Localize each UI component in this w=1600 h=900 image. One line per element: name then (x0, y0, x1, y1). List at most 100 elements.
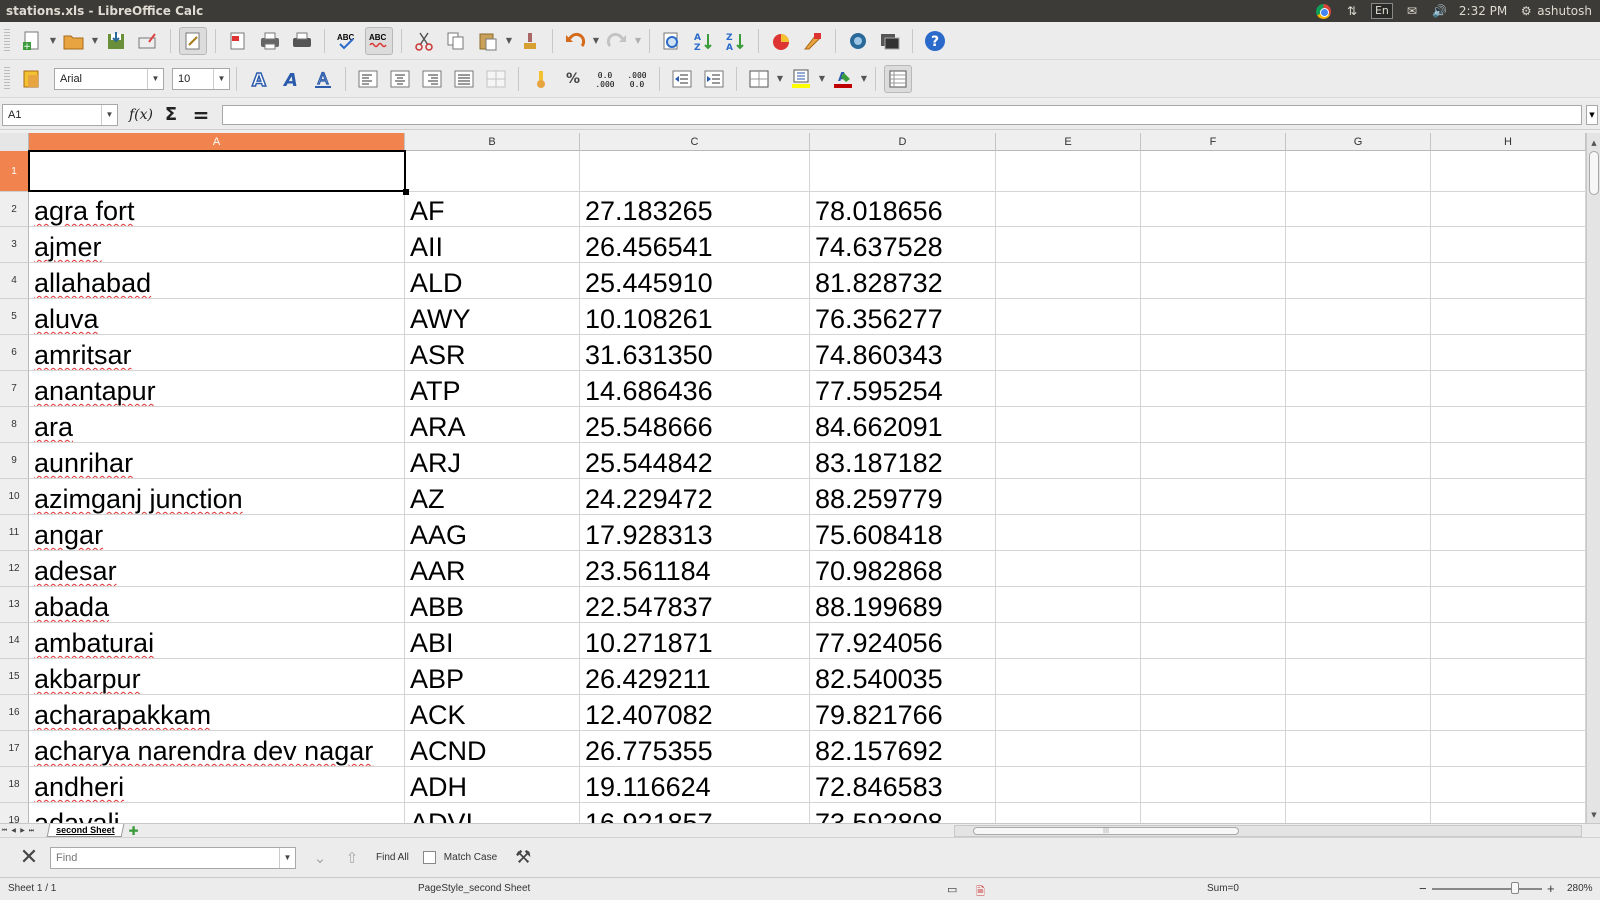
cell-h7[interactable] (1431, 371, 1586, 407)
cell-h13[interactable] (1431, 587, 1586, 623)
cell-c15[interactable]: 26.429211 (580, 659, 810, 695)
add-sheet-icon[interactable]: ✚ (125, 824, 143, 838)
cell-c14[interactable]: 10.271871 (580, 623, 810, 659)
print-icon[interactable] (256, 27, 284, 55)
cell-f5[interactable] (1141, 299, 1286, 335)
close-find-icon[interactable]: ✕ (14, 845, 44, 870)
row-header[interactable]: 14 (0, 623, 29, 659)
zoom-slider[interactable] (1432, 888, 1542, 890)
clone-formatting-icon[interactable] (516, 27, 544, 55)
redo-icon[interactable] (603, 27, 631, 55)
add-decimal-icon[interactable]: 0.0.000 (591, 65, 619, 93)
cell-e17[interactable] (996, 731, 1141, 767)
formula-input[interactable] (222, 104, 1582, 125)
network-icon[interactable]: ⇅ (1343, 3, 1361, 19)
cell-f3[interactable] (1141, 227, 1286, 263)
cell-g11[interactable] (1286, 515, 1431, 551)
new-dropdown-arrow[interactable]: ▼ (48, 36, 58, 45)
borders-dropdown-arrow[interactable]: ▼ (775, 74, 785, 83)
cell-a8[interactable]: ara (29, 407, 405, 443)
cell-h18[interactable] (1431, 767, 1586, 803)
row-header[interactable]: 19 (0, 803, 29, 823)
find-input[interactable]: Find ▼ (50, 846, 296, 869)
cell-b15[interactable]: ABP (405, 659, 580, 695)
cell-b1[interactable] (405, 151, 580, 192)
row-header[interactable]: 5 (0, 299, 29, 335)
cell-b5[interactable]: AWY (405, 299, 580, 335)
match-case-checkbox[interactable] (422, 851, 436, 864)
cell-b2[interactable]: AF (405, 192, 580, 227)
cell-e11[interactable] (996, 515, 1141, 551)
cell-d7[interactable]: 77.595254 (810, 371, 996, 407)
cell-g14[interactable] (1286, 623, 1431, 659)
cell-g16[interactable] (1286, 695, 1431, 731)
cell-d12[interactable]: 70.982868 (810, 551, 996, 587)
cell-g7[interactable] (1286, 371, 1431, 407)
cell-e1[interactable] (996, 151, 1141, 192)
cell-e12[interactable] (996, 551, 1141, 587)
chevron-down-icon[interactable]: ▼ (213, 68, 229, 89)
cell-e18[interactable] (996, 767, 1141, 803)
chevron-down-icon[interactable]: ▼ (101, 104, 117, 125)
cell-f2[interactable] (1141, 192, 1286, 227)
cell-b10[interactable]: AZ (405, 479, 580, 515)
cell-a5[interactable]: aluva (29, 299, 405, 335)
function-equals-icon[interactable]: = (186, 103, 216, 127)
cell-g3[interactable] (1286, 227, 1431, 263)
styles-formatting-icon[interactable] (18, 65, 46, 93)
paste-dropdown-arrow[interactable]: ▼ (504, 36, 514, 45)
decrease-indent-icon[interactable] (668, 65, 696, 93)
save-icon[interactable] (102, 27, 130, 55)
cell-c7[interactable]: 14.686436 (580, 371, 810, 407)
row-header[interactable]: 4 (0, 263, 29, 299)
send-email-icon[interactable] (134, 27, 162, 55)
cell-d19[interactable]: 73.592808 (810, 803, 996, 823)
autospellcheck-icon[interactable]: ABC (365, 26, 393, 55)
scroll-up-icon[interactable]: ▲ (1587, 137, 1600, 149)
cell-a13[interactable]: abada (29, 587, 405, 623)
cell-d4[interactable]: 81.828732 (810, 263, 996, 299)
cell-g9[interactable] (1286, 443, 1431, 479)
cell-d15[interactable]: 82.540035 (810, 659, 996, 695)
cell-e15[interactable] (996, 659, 1141, 695)
cell-b4[interactable]: ALD (405, 263, 580, 299)
find-next-icon[interactable]: ⌄ (306, 844, 334, 872)
cell-h10[interactable] (1431, 479, 1586, 515)
vertical-scrollbar[interactable]: ▲ ▼ (1586, 133, 1600, 823)
borders-icon[interactable] (745, 65, 773, 93)
cell-b7[interactable]: ATP (405, 371, 580, 407)
align-right-icon[interactable] (418, 65, 446, 93)
cell-b8[interactable]: ARA (405, 407, 580, 443)
percent-format-icon[interactable]: % (559, 65, 587, 93)
open-folder-icon[interactable] (60, 27, 88, 55)
row-header[interactable]: 8 (0, 407, 29, 443)
cell-b6[interactable]: ASR (405, 335, 580, 371)
cell-g17[interactable] (1286, 731, 1431, 767)
last-sheet-icon[interactable]: ⏭ (27, 826, 36, 836)
cell-c13[interactable]: 22.547837 (580, 587, 810, 623)
horizontal-scrollbar[interactable]: ||| (954, 825, 1582, 837)
gallery-icon[interactable] (876, 27, 904, 55)
find-replace-dialog-icon[interactable]: ⚒ (509, 844, 537, 872)
sort-descending-icon[interactable]: ZA (722, 27, 750, 55)
clock[interactable]: 2:32 PM (1459, 4, 1507, 18)
row-header[interactable]: 7 (0, 371, 29, 407)
cell-d14[interactable]: 77.924056 (810, 623, 996, 659)
selection-mode-icon[interactable]: ▭ (947, 883, 957, 896)
next-sheet-icon[interactable]: ▶ (18, 826, 27, 836)
previous-sheet-icon[interactable]: ◀ (9, 826, 18, 836)
cell-e8[interactable] (996, 407, 1141, 443)
cell-c8[interactable]: 25.548666 (580, 407, 810, 443)
cell-d2[interactable]: 78.018656 (810, 192, 996, 227)
document-modified-icon[interactable]: 🗎 (976, 883, 985, 900)
cell-b12[interactable]: AAR (405, 551, 580, 587)
cell-c17[interactable]: 26.775355 (580, 731, 810, 767)
redo-dropdown-arrow[interactable]: ▼ (633, 36, 643, 45)
cell-b13[interactable]: ABB (405, 587, 580, 623)
sum-value[interactable]: Sum=0 (1207, 883, 1239, 894)
cell-g8[interactable] (1286, 407, 1431, 443)
cell-e13[interactable] (996, 587, 1141, 623)
column-header-e[interactable]: E (996, 133, 1141, 151)
cell-c4[interactable]: 25.445910 (580, 263, 810, 299)
cell-f9[interactable] (1141, 443, 1286, 479)
